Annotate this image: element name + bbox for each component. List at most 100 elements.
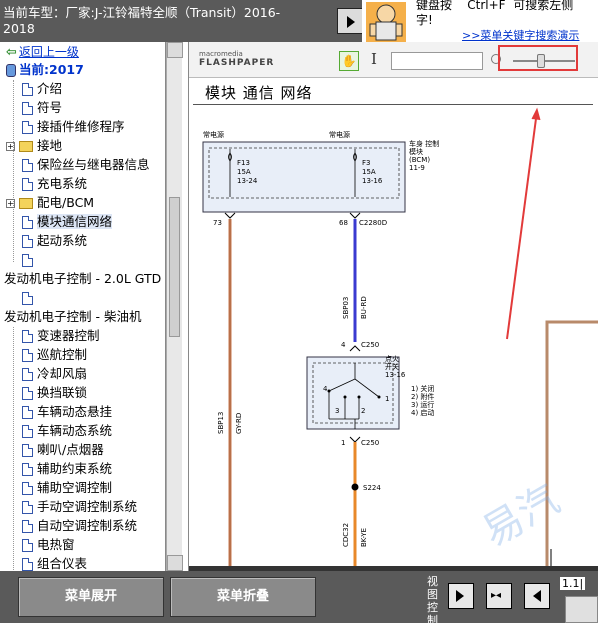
- tree-item-engine-diesel[interactable]: 发动机电子控制 - 柴油机: [4, 307, 141, 326]
- tree-item-label: 辅助约束系统: [37, 461, 113, 476]
- sw3-label: 3: [335, 407, 339, 415]
- page-number: 1.1|: [560, 577, 586, 590]
- arrow-left-icon: [533, 590, 541, 602]
- doc-icon: [22, 159, 33, 172]
- view-right-button[interactable]: [448, 583, 474, 609]
- back-link[interactable]: ⇦ 返回上一级: [6, 42, 79, 61]
- tree-item-srs[interactable]: 辅助约束系统: [22, 459, 112, 478]
- wire-sbp13-label: SBP13: [217, 412, 225, 434]
- split-icon: ▸◂: [491, 590, 502, 601]
- sw2-label: 2: [361, 407, 365, 415]
- scroll-up-icon[interactable]: [167, 42, 183, 58]
- page-input[interactable]: [391, 52, 483, 70]
- doc-icon: [22, 558, 33, 571]
- current-node-label: 当前:2017: [19, 62, 84, 77]
- logo-small-text: macromedia: [199, 50, 243, 58]
- c250-top-label: C250: [361, 341, 379, 349]
- collapse-menu-button[interactable]: 菜单折叠: [170, 577, 316, 617]
- tree-item-ground[interactable]: + 接地: [6, 136, 62, 155]
- doc-icon: [22, 254, 33, 267]
- document-page: 模块 通信 网络 常电源 常电源 车身 控制模块(BCM) 11-9 F13 15A…: [189, 79, 598, 571]
- zoom-highlight-annotation: [498, 45, 578, 71]
- search-demo-link[interactable]: >>菜单关键字搜索演示: [462, 27, 579, 42]
- tree-item-power-bcm[interactable]: + 配电/BCM: [6, 193, 94, 212]
- tree-item-charging[interactable]: 充电系统: [22, 174, 87, 193]
- tree-item-label: 车辆动态系统: [37, 423, 113, 438]
- scroll-down-icon[interactable]: [167, 555, 183, 571]
- menu-tree: ⇦ 返回上一级 当前:2017 介绍 符号 接插件维修程序 + 接地 保险丝与继电器…: [0, 42, 166, 571]
- tree-item-starting[interactable]: 起动系统: [22, 231, 87, 250]
- power-label-2: 常电源: [329, 130, 350, 139]
- view-split-button[interactable]: ▸◂: [486, 583, 512, 609]
- top-bar: 当前车型：厂家:J-江铃福特全顺（Transit）2016-2018 键盘按 C…: [0, 0, 598, 42]
- mascot-icon: [366, 2, 406, 42]
- doc-icon: [22, 463, 33, 476]
- tree-item-manual-ac[interactable]: 手动空调控制系统: [22, 497, 137, 516]
- doc-icon: [22, 121, 33, 134]
- tree-item-fuse-relay[interactable]: 保险丝与继电器信息: [22, 155, 150, 174]
- c250-bot-label: C250: [361, 439, 379, 447]
- view-left-button[interactable]: [524, 583, 550, 609]
- tree-item-symbols[interactable]: 符号: [22, 98, 62, 117]
- s224-label: S224: [363, 484, 381, 492]
- doc-icon: [22, 216, 33, 229]
- tree-item-shift-interlock[interactable]: 换挡联锁: [22, 383, 87, 402]
- play-icon: [347, 16, 355, 28]
- doc-icon: [22, 482, 33, 495]
- flashpaper-viewer: macromedia FLASHPAPER ✋ I 模块 通信 网络 常电源 常电…: [188, 42, 598, 571]
- tree-item-vehicle-dynamics[interactable]: 车辆动态系统: [22, 421, 112, 440]
- app-window: 当前车型：厂家:J-江铃福特全顺（Transit）2016-2018 键盘按 C…: [0, 0, 598, 623]
- tree-item-horn[interactable]: 喇叭/点烟器: [22, 440, 104, 459]
- tree-item-label: 发动机电子控制 - 2.0L GTD: [4, 271, 162, 286]
- doc-icon: [22, 235, 33, 248]
- tree-item-auto-ac[interactable]: 自动空调控制系统: [22, 516, 137, 535]
- expand-icon[interactable]: +: [6, 142, 15, 151]
- tree-item-transmission[interactable]: 变速器控制: [22, 326, 100, 345]
- tree-item-connector-repair[interactable]: 接插件维修程序: [22, 117, 125, 136]
- tree-item-network[interactable]: 模块通信网络: [22, 212, 113, 231]
- pin68-arrow-icon: [349, 212, 361, 219]
- tree-item-cruise[interactable]: 巡航控制: [22, 345, 87, 364]
- folder-icon: [19, 198, 33, 209]
- hand-tool-icon[interactable]: ✋: [339, 51, 359, 71]
- forward-button[interactable]: [337, 8, 363, 34]
- wire-burd-label: BU-RD: [360, 296, 368, 319]
- tree-item-label: 巡航控制: [37, 347, 88, 362]
- bcm-label: 车身 控制模块(BCM) 11-9: [409, 139, 439, 172]
- doc-icon: [22, 387, 33, 400]
- doc-icon: [22, 539, 33, 552]
- tree-item-suspension[interactable]: 车辆动态悬挂: [22, 402, 112, 421]
- expand-icon[interactable]: +: [6, 199, 15, 208]
- tree-item-label: 自动空调控制系统: [37, 518, 138, 533]
- tree-item-heated-window[interactable]: 电热窗: [22, 535, 75, 554]
- splice-s224: [351, 483, 359, 491]
- current-node[interactable]: 当前:2017: [6, 60, 84, 79]
- tree-item-label: 配电/BCM: [37, 195, 95, 210]
- doc-icon: [22, 102, 33, 115]
- tree-item-cooling-fan[interactable]: 冷却风扇: [22, 364, 87, 383]
- pin73-arrow-icon: [224, 212, 236, 219]
- tree-scrollbar[interactable]: [166, 42, 183, 571]
- tree-connector: [13, 327, 14, 571]
- tree-item-blank[interactable]: [22, 250, 37, 269]
- wire-gyrd-label: GY-RD: [235, 413, 243, 434]
- expand-menu-button[interactable]: 菜单展开: [18, 577, 164, 617]
- back-link-label: 返回上一级: [18, 45, 79, 59]
- text-select-icon[interactable]: I: [371, 50, 377, 68]
- tree-item-label: 符号: [37, 100, 63, 115]
- doc-icon: [22, 425, 33, 438]
- tree-item-label: 冷却风扇: [37, 366, 88, 381]
- right-module-box: [545, 320, 598, 571]
- tree-item-blank-2[interactable]: [22, 288, 37, 307]
- wire-bkye-label: BK-YE: [360, 528, 368, 547]
- tree-item-label: 模块通信网络: [37, 214, 113, 229]
- sw1-label: 1: [385, 395, 389, 403]
- folder-icon: [19, 141, 33, 152]
- tree-item-cluster[interactable]: 组合仪表: [22, 554, 87, 571]
- doc-icon: [22, 444, 33, 457]
- tree-item-aux-ac[interactable]: 辅助空调控制: [22, 478, 112, 497]
- tree-item-engine-gtd[interactable]: 发动机电子控制 - 2.0L GTD: [4, 269, 161, 288]
- scroll-thumb[interactable]: [169, 197, 180, 337]
- tree-item-intro[interactable]: 介绍: [22, 79, 62, 98]
- right-panel-tab[interactable]: [565, 596, 598, 623]
